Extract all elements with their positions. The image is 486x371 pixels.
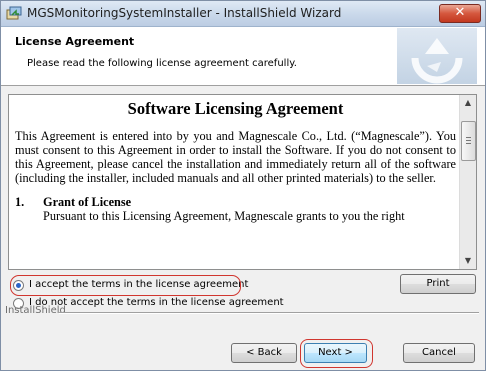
thumb-grip (466, 137, 471, 144)
license-title: Software Licensing Agreement (127, 99, 344, 118)
license-text-box[interactable]: Software Licensing Agreement This Agreem… (8, 94, 477, 270)
license-document: Software Licensing Agreement This Agreem… (15, 99, 456, 223)
section-heading-text: Grant of License (43, 195, 132, 209)
installshield-logo-icon (397, 28, 477, 84)
scroll-down-arrow-icon[interactable]: ▼ (460, 253, 476, 269)
wizard-header: License Agreement Please read the follow… (1, 27, 485, 86)
scroll-thumb[interactable] (461, 121, 476, 161)
section-heading: 1. Grant of License (15, 195, 456, 209)
next-highlight (300, 339, 373, 368)
installshield-brand: InstallShield (5, 305, 66, 316)
content-area: Software Licensing Agreement This Agreem… (1, 86, 485, 370)
installer-window: MGSMonitoringSystemInstaller - InstallSh… (0, 0, 486, 371)
vertical-scrollbar[interactable]: ▲ ▼ (459, 95, 476, 269)
section-number: 1. (15, 195, 25, 209)
cancel-button[interactable]: Cancel (403, 343, 475, 363)
page-subtitle: Please read the following license agreem… (27, 58, 297, 69)
scroll-up-arrow-icon[interactable]: ▲ (460, 95, 476, 111)
section-text: Pursuant to this Licensing Agreement, Ma… (43, 209, 405, 223)
license-intro: This Agreement is entered into by you an… (15, 129, 456, 185)
back-button[interactable]: < Back (231, 343, 297, 363)
close-button[interactable]: ✕ (439, 4, 481, 23)
print-button[interactable]: Print (400, 274, 476, 294)
close-icon: ✕ (454, 5, 466, 20)
decline-label[interactable]: I do not accept the terms in the license… (29, 297, 284, 308)
window-title: MGSMonitoringSystemInstaller - InstallSh… (27, 6, 342, 20)
footer-divider (59, 312, 479, 314)
installer-icon (6, 5, 22, 21)
page-title: License Agreement (15, 35, 135, 48)
title-bar[interactable]: MGSMonitoringSystemInstaller - InstallSh… (1, 1, 485, 27)
accept-highlight (10, 275, 241, 296)
